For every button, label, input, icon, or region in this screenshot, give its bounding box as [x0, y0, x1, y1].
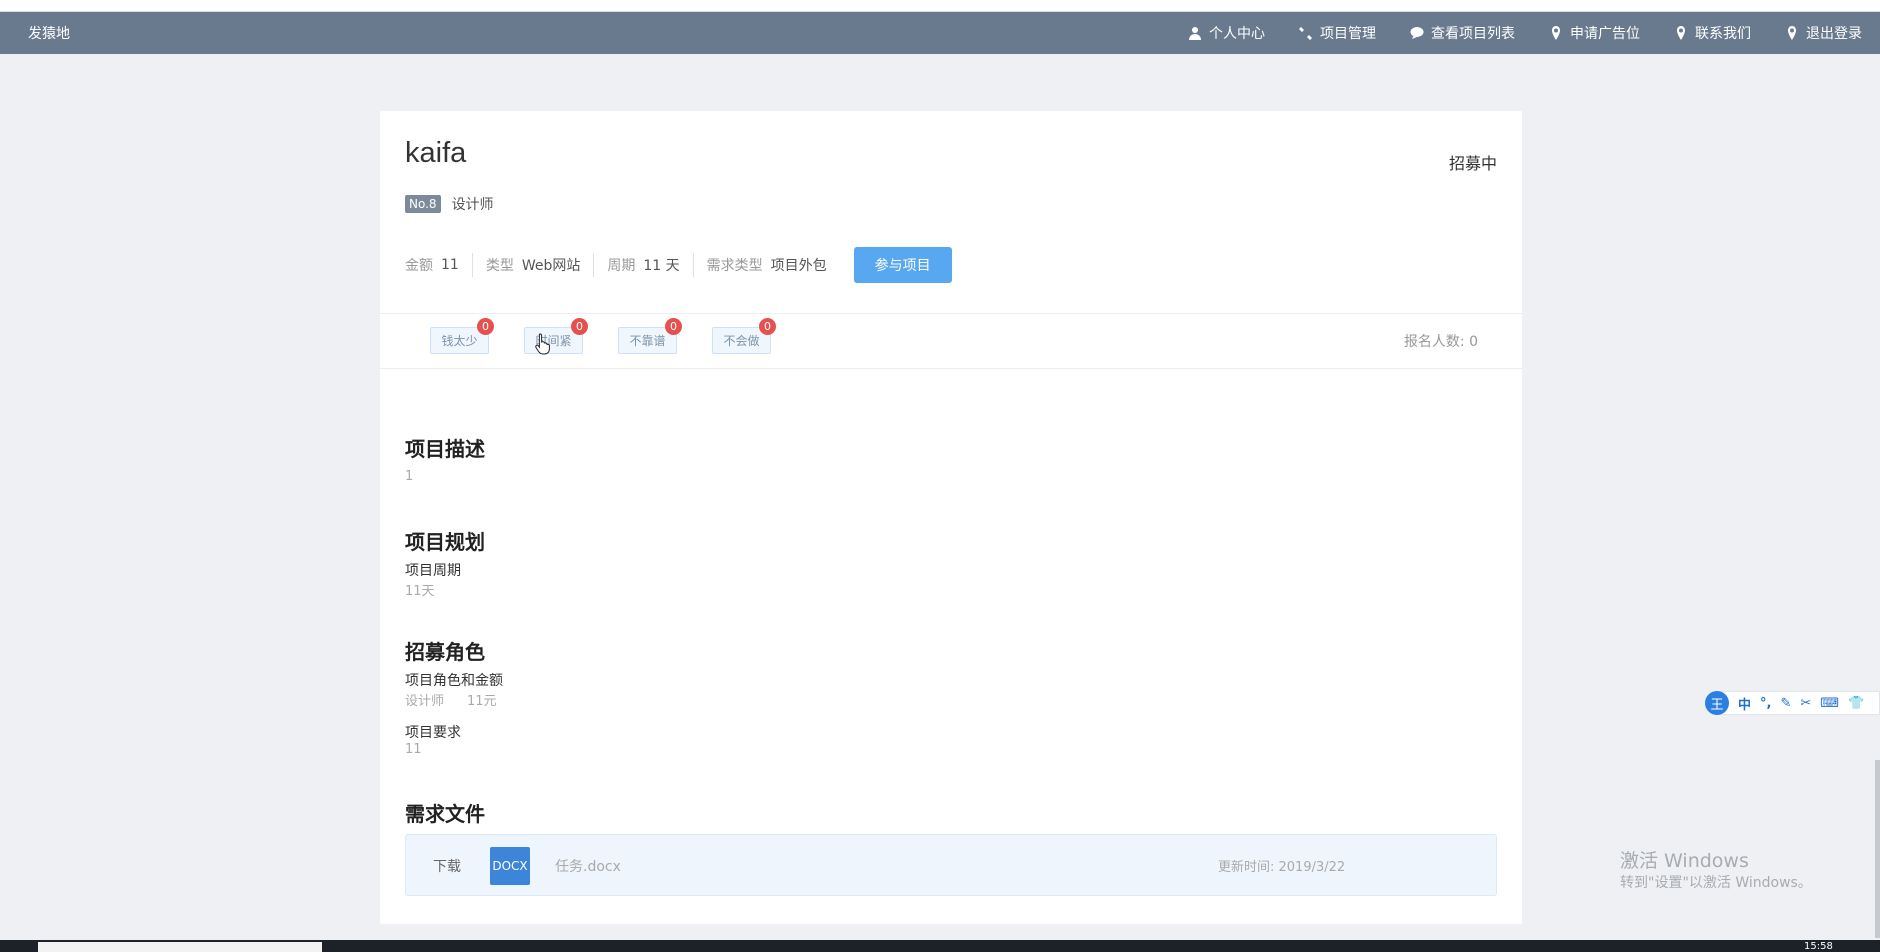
nav-label: 申请广告位 — [1570, 26, 1640, 42]
project-meta-row: 金额 11 类型 Web网站 周期 11 天 需求类型 项目外包 参与项目 — [405, 247, 952, 283]
project-detail-card: kaifa 招募中 No.8 设计师 金额 11 类型 Web网站 周期 11 … — [380, 111, 1522, 924]
project-number-badge: No.8 — [405, 195, 441, 213]
tag-count-badge: 0 — [665, 318, 682, 335]
plan-period-label: 项目周期 — [405, 563, 461, 579]
taskbar-clock: 15:58 — [1804, 941, 1833, 952]
ime-pen-icon[interactable]: ✎ — [1780, 696, 1791, 711]
tag-count-badge: 0 — [477, 318, 494, 335]
join-project-button[interactable]: 参与项目 — [853, 247, 952, 283]
ime-logo-icon[interactable]: 王 — [1705, 691, 1729, 715]
divider — [380, 368, 1522, 369]
taskbar-search-box[interactable] — [38, 942, 322, 952]
nav-label: 查看项目列表 — [1431, 26, 1515, 42]
meta-value: 11 — [441, 257, 459, 273]
nav-label: 项目管理 — [1320, 26, 1376, 42]
tag-label: 钱太少 — [441, 334, 478, 348]
nav-project-management[interactable]: 项目管理 — [1299, 23, 1376, 43]
docx-file-icon: DOCX — [490, 847, 530, 885]
download-link[interactable]: 下载 — [433, 856, 461, 876]
file-name[interactable]: 任务.docx — [555, 856, 621, 876]
top-navbar: 发猿地 个人中心 项目管理 查看项目列表 申请广告位 联系我们 退出登录 — [0, 12, 1880, 54]
signup-count: 报名人数: 0 — [1403, 334, 1478, 350]
recruit-role-label: 项目角色和金额 — [405, 673, 503, 689]
nav-apply-ad-slot[interactable]: 申请广告位 — [1549, 23, 1640, 43]
comment-icon — [1410, 26, 1424, 40]
nav-links: 个人中心 项目管理 查看项目列表 申请广告位 联系我们 退出登录 — [1154, 12, 1862, 54]
meta-period: 周期 11 天 — [607, 253, 694, 277]
nav-logout[interactable]: 退出登录 — [1785, 23, 1862, 43]
meta-key: 类型 — [485, 258, 514, 274]
divider — [380, 313, 1522, 314]
nav-label: 联系我们 — [1695, 26, 1751, 42]
meta-value: 11 天 — [643, 258, 680, 274]
nav-label: 退出登录 — [1806, 26, 1862, 42]
section-title-recruit: 招募角色 — [405, 640, 485, 664]
nav-project-list[interactable]: 查看项目列表 — [1410, 23, 1515, 43]
ime-punctuation-icon[interactable]: °, — [1760, 696, 1771, 711]
ime-chinese-mode[interactable]: 中 — [1738, 694, 1751, 713]
tag-count-badge: 0 — [759, 318, 776, 335]
ime-skin-icon[interactable]: 👕 — [1848, 696, 1864, 711]
activation-watermark-title: 激活 Windows — [1620, 850, 1749, 872]
mouse-pointer-hand-icon — [535, 333, 550, 355]
recruit-requirement-label: 项目要求 — [405, 725, 461, 741]
meta-key: 周期 — [607, 258, 636, 274]
map-marker-icon — [1674, 26, 1688, 40]
nav-personal-center[interactable]: 个人中心 — [1188, 23, 1265, 43]
section-title-files: 需求文件 — [405, 802, 485, 826]
feedback-tag-low-pay[interactable]: 钱太少 0 — [430, 318, 494, 354]
brand-logo[interactable]: 发猿地 — [28, 23, 70, 43]
meta-key: 需求类型 — [706, 258, 763, 274]
role-name: 设计师 — [451, 197, 494, 213]
project-title: kaifa — [405, 137, 467, 169]
plan-period-value: 11天 — [405, 584, 435, 599]
description-value: 1 — [405, 469, 414, 484]
scrollbar-thumb[interactable] — [1875, 760, 1880, 938]
map-marker-icon — [1549, 26, 1563, 40]
meta-value: 项目外包 — [770, 258, 827, 274]
meta-value: Web网站 — [521, 258, 581, 274]
ime-keyboard-icon[interactable]: ⌨ — [1820, 696, 1839, 711]
wrench-icon — [1299, 26, 1313, 40]
requirement-file-row: 下载 DOCX 任务.docx 更新时间: 2019/3/22 — [405, 834, 1497, 896]
recruit-amount-value: 11元 — [467, 694, 497, 709]
meta-demand-type: 需求类型 项目外包 — [707, 253, 840, 277]
user-icon — [1188, 26, 1202, 40]
map-marker-icon — [1785, 26, 1799, 40]
activation-watermark-subtitle: 转到"设置"以激活 Windows。 — [1620, 875, 1812, 891]
tag-label: 不会做 — [723, 334, 760, 348]
feedback-tag-tight-schedule[interactable]: 时间紧 0 — [524, 318, 588, 354]
feedback-tag-cannot-do[interactable]: 不会做 0 — [712, 318, 776, 354]
tag-count-badge: 0 — [571, 318, 588, 335]
project-status: 招募中 — [1448, 154, 1497, 173]
nav-label: 个人中心 — [1209, 26, 1265, 42]
recruit-role-value: 设计师 — [405, 694, 445, 709]
role-row: No.8 设计师 — [405, 194, 494, 214]
meta-type: 类型 Web网站 — [486, 253, 595, 277]
recruit-requirement-value: 11 — [405, 742, 422, 757]
section-title-plan: 项目规划 — [405, 530, 485, 554]
feedback-tags: 钱太少 0 时间紧 0 不靠谱 0 不会做 0 — [430, 318, 806, 354]
tag-label: 不靠谱 — [629, 334, 666, 348]
file-updated-time: 更新时间: 2019/3/22 — [1218, 860, 1346, 875]
ime-scissors-icon[interactable]: ✂ — [1800, 696, 1811, 711]
section-title-description: 项目描述 — [405, 437, 485, 461]
meta-amount: 金额 11 — [405, 253, 473, 277]
browser-bookmark-bar — [0, 0, 1880, 12]
nav-contact-us[interactable]: 联系我们 — [1674, 23, 1751, 43]
meta-key: 金额 — [405, 258, 433, 274]
feedback-tag-unreliable[interactable]: 不靠谱 0 — [618, 318, 682, 354]
ime-toolbar: 王 中 °, ✎ ✂ ⌨ 👕 — [1705, 691, 1880, 715]
